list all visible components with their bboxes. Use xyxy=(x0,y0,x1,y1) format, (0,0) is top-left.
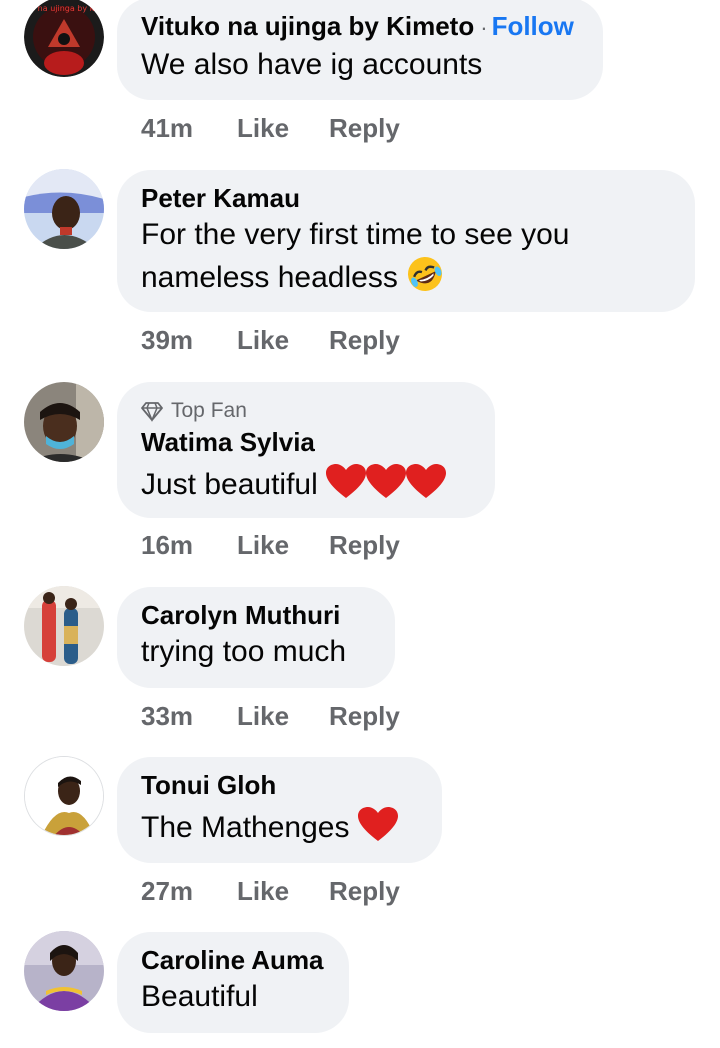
follow-button[interactable]: Follow xyxy=(492,11,574,41)
comment-text: trying too much xyxy=(141,635,347,668)
comment-text: We also have ig accounts xyxy=(141,48,483,81)
reply-button[interactable]: Reply xyxy=(329,700,400,732)
like-button[interactable]: Like xyxy=(237,112,289,144)
comment-time[interactable]: 41m xyxy=(141,112,193,144)
avatar[interactable] xyxy=(24,756,104,836)
author-name[interactable]: Peter Kamau xyxy=(141,182,671,214)
comment-text: Just beautiful xyxy=(141,468,318,501)
comment-text: The Mathenges xyxy=(141,811,350,844)
comment-time[interactable]: 16m xyxy=(141,529,193,561)
like-button[interactable]: Like xyxy=(237,324,289,356)
comment-bubble: Top Fan Watima Sylvia Just beautiful xyxy=(117,382,495,518)
avatar[interactable] xyxy=(24,586,104,666)
diamond-icon xyxy=(141,402,163,422)
red-heart-icon xyxy=(357,807,398,854)
comment-text-line-2: nameless headless xyxy=(141,261,398,294)
author-name[interactable]: Watima Sylvia xyxy=(141,426,471,458)
comment-time[interactable]: 39m xyxy=(141,324,193,356)
avatar[interactable] xyxy=(24,169,104,249)
avatar[interactable] xyxy=(24,382,104,462)
comment-text-line: Just beautiful xyxy=(141,464,471,511)
like-button[interactable]: Like xyxy=(237,875,289,907)
reply-button[interactable]: Reply xyxy=(329,529,400,561)
author-name[interactable]: Carolyn Muthuri xyxy=(141,599,371,631)
comment-time[interactable]: 27m xyxy=(141,875,193,907)
author-name[interactable]: Tonui Gloh xyxy=(141,769,418,801)
red-heart-icon xyxy=(326,464,447,511)
comment-text: Beautiful xyxy=(141,980,258,1013)
comment-bubble: Carolyn Muthuri trying too much xyxy=(117,587,395,688)
reply-button[interactable]: Reply xyxy=(329,112,400,144)
reply-button[interactable]: Reply xyxy=(329,875,400,907)
author-name[interactable]: Caroline Auma xyxy=(141,944,325,976)
avatar[interactable] xyxy=(24,931,104,1011)
top-fan-label: Top Fan xyxy=(171,399,247,422)
avatar-logo-text: vituko na ujinga by kimeto xyxy=(24,4,104,13)
like-button[interactable]: Like xyxy=(237,700,289,732)
comment-text-line: The Mathenges xyxy=(141,807,418,854)
reply-button[interactable]: Reply xyxy=(329,324,400,356)
comment-bubble: Peter Kamau For the very first time to s… xyxy=(117,170,695,312)
author-line: Vituko na ujinga by Kimeto · Follow xyxy=(141,10,579,44)
comment-text-line: For the very first time to see you xyxy=(141,218,570,251)
comment-time[interactable]: 33m xyxy=(141,700,193,732)
avatar[interactable]: vituko na ujinga by kimeto xyxy=(24,0,104,77)
comment-bubble: Tonui Gloh The Mathenges xyxy=(117,757,442,863)
top-fan-badge: Top Fan xyxy=(141,398,471,424)
separator-dot: · xyxy=(480,15,488,40)
comment-bubble: Vituko na ujinga by Kimeto · Follow We als… xyxy=(117,0,603,100)
like-button[interactable]: Like xyxy=(237,529,289,561)
author-name[interactable]: Vituko na ujinga by Kimeto xyxy=(141,11,474,41)
comment-text-line: nameless headless xyxy=(141,255,671,304)
comment-bubble: Caroline Auma Beautiful xyxy=(117,932,349,1033)
laughing-emoji-icon xyxy=(406,255,444,304)
